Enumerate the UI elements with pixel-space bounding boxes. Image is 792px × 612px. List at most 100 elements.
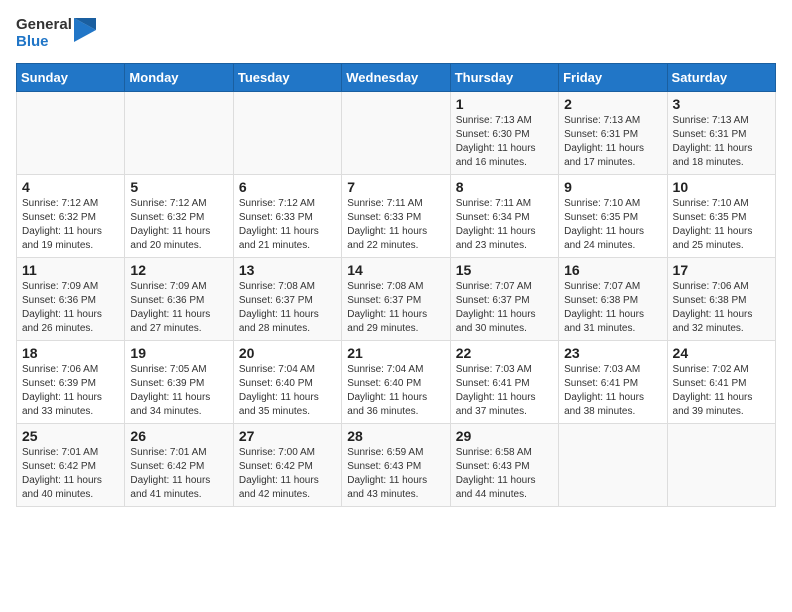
calendar-cell: 5 Sunrise: 7:12 AM Sunset: 6:32 PM Daylig… [125, 174, 233, 257]
calendar-cell: 3 Sunrise: 7:13 AM Sunset: 6:31 PM Daylig… [667, 91, 775, 174]
calendar-cell: 1 Sunrise: 7:13 AM Sunset: 6:30 PM Daylig… [450, 91, 558, 174]
calendar-cell: 24 Sunrise: 7:02 AM Sunset: 6:41 PM Dayli… [667, 340, 775, 423]
day-number: 23 [564, 345, 661, 361]
day-info: Sunrise: 7:01 AM Sunset: 6:42 PM Dayligh… [22, 446, 119, 502]
day-info: Sunrise: 7:10 AM Sunset: 6:35 PM Dayligh… [564, 197, 661, 253]
calendar-cell: 19Sunrise: 7:05 AM Sunset: 6:39 PM Dayli… [125, 340, 233, 423]
calendar-cell: 28Sunrise: 6:59 AM Sunset: 6:43 PM Dayli… [342, 423, 450, 506]
day-number: 5 [130, 179, 227, 195]
day-number: 26 [130, 428, 227, 444]
day-info: Sunrise: 7:13 AM Sunset: 6:31 PM Dayligh… [673, 114, 770, 170]
day-number: 29 [456, 428, 553, 444]
calendar-cell: 6 Sunrise: 7:12 AM Sunset: 6:33 PM Daylig… [233, 174, 341, 257]
day-number: 4 [22, 179, 119, 195]
day-info: Sunrise: 7:08 AM Sunset: 6:37 PM Dayligh… [239, 280, 336, 336]
calendar-cell: 16Sunrise: 7:07 AM Sunset: 6:38 PM Dayli… [559, 257, 667, 340]
weekday-header-friday: Friday [559, 63, 667, 91]
day-info: Sunrise: 7:10 AM Sunset: 6:35 PM Dayligh… [673, 197, 770, 253]
day-number: 24 [673, 345, 770, 361]
day-info: Sunrise: 7:09 AM Sunset: 6:36 PM Dayligh… [22, 280, 119, 336]
weekday-header-wednesday: Wednesday [342, 63, 450, 91]
day-number: 21 [347, 345, 444, 361]
calendar-cell: 29 Sunrise: 6:58 AM Sunset: 6:43 PM Dayli… [450, 423, 558, 506]
calendar-cell [233, 91, 341, 174]
calendar-cell: 21 Sunrise: 7:04 AM Sunset: 6:40 PM Dayli… [342, 340, 450, 423]
calendar-cell [559, 423, 667, 506]
day-info: Sunrise: 7:03 AM Sunset: 6:41 PM Dayligh… [456, 363, 553, 419]
day-info: Sunrise: 7:02 AM Sunset: 6:41 PM Dayligh… [673, 363, 770, 419]
calendar-cell [342, 91, 450, 174]
day-number: 6 [239, 179, 336, 195]
day-info: Sunrise: 7:05 AM Sunset: 6:39 PM Dayligh… [130, 363, 227, 419]
weekday-header-tuesday: Tuesday [233, 63, 341, 91]
day-info: Sunrise: 7:12 AM Sunset: 6:32 PM Dayligh… [22, 197, 119, 253]
calendar-week-row: 18 Sunrise: 7:06 AM Sunset: 6:39 PM Dayli… [17, 340, 776, 423]
calendar-cell: 22 Sunrise: 7:03 AM Sunset: 6:41 PM Dayli… [450, 340, 558, 423]
logo: General Blue [16, 16, 96, 51]
logo-general-text: General [16, 16, 72, 33]
day-number: 12 [130, 262, 227, 278]
day-number: 15 [456, 262, 553, 278]
calendar-cell: 13 Sunrise: 7:08 AM Sunset: 6:37 PM Dayli… [233, 257, 341, 340]
day-info: Sunrise: 7:07 AM Sunset: 6:38 PM Dayligh… [564, 280, 661, 336]
day-info: Sunrise: 7:11 AM Sunset: 6:34 PM Dayligh… [456, 197, 553, 253]
calendar-cell: 9 Sunrise: 7:10 AM Sunset: 6:35 PM Daylig… [559, 174, 667, 257]
day-info: Sunrise: 7:06 AM Sunset: 6:39 PM Dayligh… [22, 363, 119, 419]
calendar-cell: 11 Sunrise: 7:09 AM Sunset: 6:36 PM Dayli… [17, 257, 125, 340]
day-number: 22 [456, 345, 553, 361]
calendar-cell: 20 Sunrise: 7:04 AM Sunset: 6:40 PM Dayli… [233, 340, 341, 423]
calendar-cell [125, 91, 233, 174]
day-info: Sunrise: 7:06 AM Sunset: 6:38 PM Dayligh… [673, 280, 770, 336]
calendar-cell: 4 Sunrise: 7:12 AM Sunset: 6:32 PM Daylig… [17, 174, 125, 257]
day-number: 20 [239, 345, 336, 361]
calendar-cell: 10 Sunrise: 7:10 AM Sunset: 6:35 PM Dayli… [667, 174, 775, 257]
calendar-cell: 26 Sunrise: 7:01 AM Sunset: 6:42 PM Dayli… [125, 423, 233, 506]
day-number: 10 [673, 179, 770, 195]
logo-wordmark: General Blue [16, 16, 96, 51]
calendar-cell: 25 Sunrise: 7:01 AM Sunset: 6:42 PM Dayli… [17, 423, 125, 506]
calendar-cell: 15 Sunrise: 7:07 AM Sunset: 6:37 PM Dayli… [450, 257, 558, 340]
day-number: 11 [22, 262, 119, 278]
calendar-week-row: 1 Sunrise: 7:13 AM Sunset: 6:30 PM Daylig… [17, 91, 776, 174]
day-info: Sunrise: 7:04 AM Sunset: 6:40 PM Dayligh… [347, 363, 444, 419]
day-number: 9 [564, 179, 661, 195]
day-info: Sunrise: 6:58 AM Sunset: 6:43 PM Dayligh… [456, 446, 553, 502]
weekday-header-monday: Monday [125, 63, 233, 91]
calendar-week-row: 11 Sunrise: 7:09 AM Sunset: 6:36 PM Dayli… [17, 257, 776, 340]
calendar-cell: 18 Sunrise: 7:06 AM Sunset: 6:39 PM Dayli… [17, 340, 125, 423]
day-number: 14 [347, 262, 444, 278]
logo-blue-text: Blue [16, 33, 72, 50]
day-info: Sunrise: 7:09 AM Sunset: 6:36 PM Dayligh… [130, 280, 227, 336]
day-number: 18 [22, 345, 119, 361]
day-info: Sunrise: 7:03 AM Sunset: 6:41 PM Dayligh… [564, 363, 661, 419]
calendar-cell: 7Sunrise: 7:11 AM Sunset: 6:33 PM Daylig… [342, 174, 450, 257]
day-number: 27 [239, 428, 336, 444]
day-info: Sunrise: 7:07 AM Sunset: 6:37 PM Dayligh… [456, 280, 553, 336]
day-info: Sunrise: 7:08 AM Sunset: 6:37 PM Dayligh… [347, 280, 444, 336]
day-number: 1 [456, 96, 553, 112]
day-info: Sunrise: 7:11 AM Sunset: 6:33 PM Dayligh… [347, 197, 444, 253]
calendar-cell: 8 Sunrise: 7:11 AM Sunset: 6:34 PM Daylig… [450, 174, 558, 257]
day-info: Sunrise: 7:12 AM Sunset: 6:32 PM Dayligh… [130, 197, 227, 253]
weekday-header-saturday: Saturday [667, 63, 775, 91]
day-number: 3 [673, 96, 770, 112]
day-info: Sunrise: 7:01 AM Sunset: 6:42 PM Dayligh… [130, 446, 227, 502]
calendar-cell [17, 91, 125, 174]
day-number: 2 [564, 96, 661, 112]
day-number: 8 [456, 179, 553, 195]
weekday-header-sunday: Sunday [17, 63, 125, 91]
calendar-cell: 2 Sunrise: 7:13 AM Sunset: 6:31 PM Daylig… [559, 91, 667, 174]
weekday-header-row: SundayMondayTuesdayWednesdayThursdayFrid… [17, 63, 776, 91]
day-info: Sunrise: 7:13 AM Sunset: 6:31 PM Dayligh… [564, 114, 661, 170]
day-number: 25 [22, 428, 119, 444]
day-info: Sunrise: 7:13 AM Sunset: 6:30 PM Dayligh… [456, 114, 553, 170]
weekday-header-thursday: Thursday [450, 63, 558, 91]
logo-triangle-icon [74, 18, 96, 48]
day-number: 13 [239, 262, 336, 278]
calendar-week-row: 4 Sunrise: 7:12 AM Sunset: 6:32 PM Daylig… [17, 174, 776, 257]
day-info: Sunrise: 7:12 AM Sunset: 6:33 PM Dayligh… [239, 197, 336, 253]
calendar-week-row: 25 Sunrise: 7:01 AM Sunset: 6:42 PM Dayli… [17, 423, 776, 506]
calendar-table: SundayMondayTuesdayWednesdayThursdayFrid… [16, 63, 776, 507]
day-info: Sunrise: 7:04 AM Sunset: 6:40 PM Dayligh… [239, 363, 336, 419]
header: General Blue [16, 16, 776, 51]
